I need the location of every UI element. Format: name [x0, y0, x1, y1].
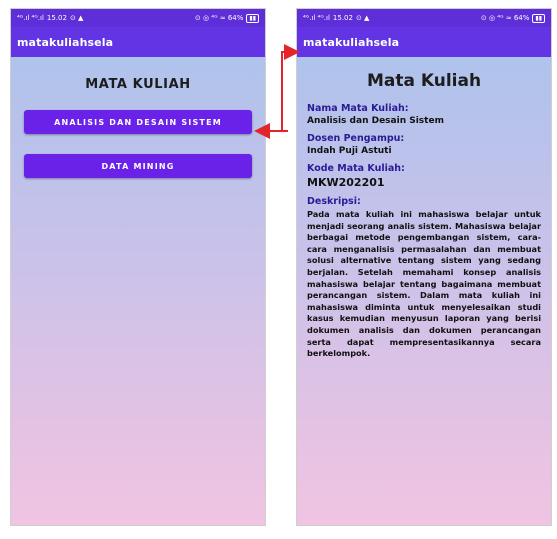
course-name-label: Nama Mata Kuliah: [307, 103, 409, 114]
course-detail: Nama Mata Kuliah: Analisis dan Desain Si… [297, 103, 551, 360]
notification-icon: ⊙ ▲ [355, 14, 370, 22]
course-button-data-mining[interactable]: DATA MINING [24, 154, 252, 178]
battery-icon: ▮▮ [246, 13, 259, 23]
status-icons: ⊙ ◎ ⁴ᴳ ≈ 64% [194, 14, 244, 22]
status-icons: ⊙ ◎ ⁴ᴳ ≈ 64% [480, 14, 530, 22]
page-title: Mata Kuliah [366, 71, 482, 91]
course-button-analisis-desain-sistem[interactable]: ANALISIS DAN DESAIN SISTEM [24, 110, 252, 134]
app-bar: matakuliahsela [11, 27, 265, 57]
description-label: Deskripsi: [307, 196, 361, 207]
lecturer-label: Dosen Pengampu: [307, 133, 405, 144]
clock: 15.02 [46, 14, 67, 22]
description-text: Pada mata kuliah ini mahasiswa belajar u… [307, 209, 541, 359]
phone-screen-detail: ⁴ᴳ.ıl ⁴ᴳ.ıl 15.02 ⊙ ▲ ⊙ ◎ ⁴ᴳ ≈ 64% ▮▮ ma… [296, 8, 552, 526]
lecturer-value: Indah Puji Astuti [307, 146, 392, 156]
app-title: matakuliahsela [17, 35, 114, 49]
signal-icon: ⁴ᴳ.ıl ⁴ᴳ.ıl [303, 14, 330, 22]
notification-icon: ⊙ ▲ [69, 14, 84, 22]
status-bar: ⁴ᴳ.ıl ⁴ᴳ.ıl 15.02 ⊙ ▲ ⊙ ◎ ⁴ᴳ ≈ 64% ▮▮ [11, 9, 265, 27]
phone-screen-list: ⁴ᴳ.ıl ⁴ᴳ.ıl 15.02 ⊙ ▲ ⊙ ◎ ⁴ᴳ ≈ 64% ▮▮ ma… [10, 8, 266, 526]
signal-icon: ⁴ᴳ.ıl ⁴ᴳ.ıl [17, 14, 44, 22]
page-title: MATA KULIAH [85, 77, 191, 92]
clock: 15.02 [332, 14, 353, 22]
app-title: matakuliahsela [303, 35, 400, 49]
course-name-value: Analisis dan Desain Sistem [307, 116, 444, 126]
course-code-label: Kode Mata Kuliah: [307, 163, 405, 174]
app-bar: matakuliahsela [297, 27, 551, 57]
course-code-value: MKW202201 [307, 176, 385, 189]
battery-icon: ▮▮ [532, 13, 545, 23]
status-bar: ⁴ᴳ.ıl ⁴ᴳ.ıl 15.02 ⊙ ▲ ⊙ ◎ ⁴ᴳ ≈ 64% ▮▮ [297, 9, 551, 27]
